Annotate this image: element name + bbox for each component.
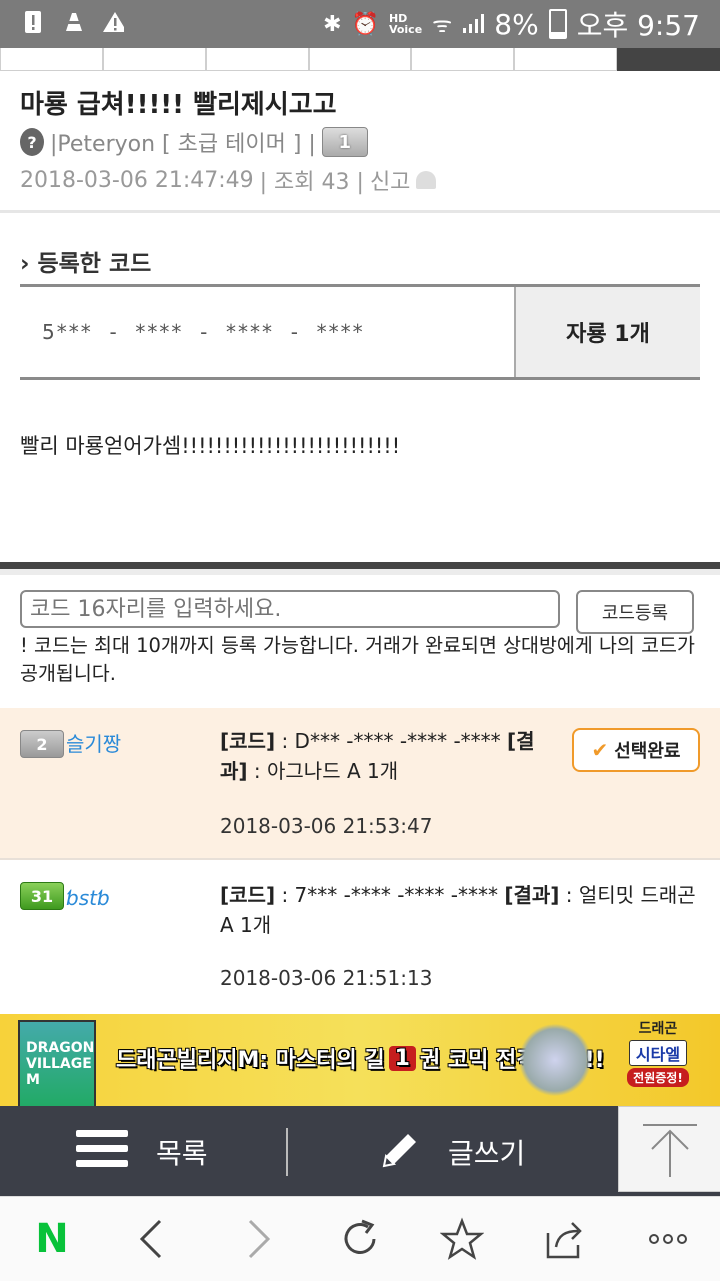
ad-banner[interactable]: DRAGON VILLAGE M 드래곤빌리지M: 마스터의 길 1 권 코믹 … <box>0 1014 720 1106</box>
warning-icon <box>102 8 124 36</box>
app-notification-icon <box>62 8 84 36</box>
comment-code-result: [코드] : D*** -**** -**** -**** [결과] : 아그나… <box>220 726 550 786</box>
battery-percent: 8% <box>494 7 539 41</box>
bluetooth-icon: ✱ <box>323 11 342 37</box>
comment-result: : 아그나드 A 1개 <box>247 759 399 783</box>
banner-promo: 드래곤 시타엘 전원증정! <box>606 1018 710 1087</box>
tab-3[interactable] <box>205 48 309 71</box>
divider <box>0 210 720 213</box>
tab-6[interactable] <box>514 48 618 71</box>
code-register-button[interactable]: 코드등록 <box>576 590 694 634</box>
wifi-icon: ᯤ <box>432 13 453 38</box>
comment-date: 2018-03-06 21:51:13 <box>220 966 433 990</box>
select-complete-button[interactable]: ✔ 선택완료 <box>572 728 700 772</box>
scroll-top-button[interactable] <box>618 1106 720 1192</box>
bell-icon[interactable] <box>416 171 437 189</box>
tab-4[interactable] <box>308 48 412 71</box>
battery-icon <box>548 9 567 39</box>
tab-5[interactable] <box>411 48 515 71</box>
more-options-icon[interactable] <box>646 1217 690 1261</box>
comment-user[interactable]: 슬기짱 <box>66 728 121 757</box>
user-level-badge: 31 <box>20 882 64 910</box>
code-notice: ! 코드는 최대 10개까지 등록 가능합니다. 거래가 완료되면 상대방에게 … <box>20 634 695 685</box>
browser-navigation-bar: N <box>0 1196 720 1281</box>
alert-battery-icon <box>22 8 44 36</box>
share-icon[interactable] <box>542 1217 586 1261</box>
back-icon[interactable] <box>130 1217 174 1261</box>
select-complete-label: 선택완료 <box>614 741 681 762</box>
post-title: 마룡 급쳐!!!!! 빨리제시고고 <box>20 90 337 120</box>
tab-2[interactable] <box>102 48 206 71</box>
bottom-toolbar: 목록 글쓰기 <box>0 1106 720 1196</box>
status-left-icons <box>22 8 124 36</box>
post-body: 빨리 마룡얻어가셈!!!!!!!!!!!!!!!!!!!!!!!!!! <box>20 434 401 458</box>
tab-1[interactable] <box>0 48 103 71</box>
user-level-badge: 2 <box>20 730 64 758</box>
result-label: [결과] <box>504 883 560 907</box>
list-button[interactable]: 목록 <box>156 1132 208 1172</box>
comment-date: 2018-03-06 21:53:47 <box>220 814 433 838</box>
post-views: | 조회 43 | <box>259 170 364 195</box>
registered-code-use: 자룡 1개 <box>516 287 700 377</box>
code-input[interactable] <box>20 590 560 628</box>
arrow-up-icon <box>643 1124 697 1177</box>
write-button[interactable]: 글쓰기 <box>448 1132 525 1172</box>
post-date: 2018-03-06 21:47:49 <box>20 167 254 193</box>
forward-icon[interactable] <box>236 1217 280 1261</box>
bookmark-star-icon[interactable] <box>440 1217 484 1261</box>
report-link[interactable]: 신고 <box>370 164 410 196</box>
post-meta: 2018-03-06 21:47:49 | 조회 43 | 신고 <box>20 164 437 196</box>
refresh-icon[interactable] <box>338 1217 382 1261</box>
registered-code-box: 5*** - **** - **** - **** 자룡 1개 <box>20 284 700 380</box>
dragon-image <box>520 1022 590 1098</box>
comment-row: 31 ƅstƅ [코드] : 7*** -**** -**** -**** [결… <box>0 862 720 1012</box>
comment-code-result: [코드] : 7*** -**** -**** -**** [결과] : 얼티밋… <box>220 880 700 940</box>
signal-icon <box>462 8 485 41</box>
pencil-icon[interactable] <box>376 1126 424 1174</box>
status-bar: ✱ ⏰ HD Voice ᯤ 8% 오후 9:57 <box>0 0 720 48</box>
profile-question-icon: ? <box>20 128 44 156</box>
naver-home-icon[interactable]: N <box>30 1216 74 1262</box>
alarm-icon: ⏰ <box>351 11 379 37</box>
comment-user[interactable]: ƅstƅ <box>66 886 110 910</box>
comment-code: : D*** -**** -**** -**** <box>275 729 501 753</box>
comic-book-cover: DRAGON VILLAGE M <box>18 1020 96 1106</box>
post-author-line: ? |Peteryon [ 초급 테이머 ] | 1 <box>20 126 368 158</box>
code-label: [코드] <box>220 729 276 753</box>
category-tabs <box>0 48 720 72</box>
post-author[interactable]: |Peteryon [ 초급 테이머 ] | <box>50 126 316 158</box>
code-label: [코드] <box>220 883 276 907</box>
hd-voice-icon: HD Voice <box>388 12 423 36</box>
toolbar-divider <box>286 1128 288 1176</box>
comment-row: 2 슬기짱 [코드] : D*** -**** -**** -**** [결과]… <box>0 708 720 860</box>
section-divider <box>0 562 720 569</box>
registered-code-heading: › 등록한 코드 <box>20 251 152 277</box>
comment-code: : 7*** -**** -**** -**** <box>275 883 498 907</box>
status-right: ✱ ⏰ HD Voice ᯤ 8% 오후 9:57 <box>323 4 700 44</box>
clock: 오후 9:57 <box>576 9 700 42</box>
checkmark-icon: ✔ <box>591 738 609 762</box>
list-menu-icon[interactable] <box>76 1130 128 1170</box>
tab-active[interactable] <box>617 48 720 71</box>
author-level-badge: 1 <box>321 127 368 157</box>
registered-code-mask: 5*** - **** - **** - **** <box>20 287 516 377</box>
section-divider-shadow <box>0 569 720 575</box>
